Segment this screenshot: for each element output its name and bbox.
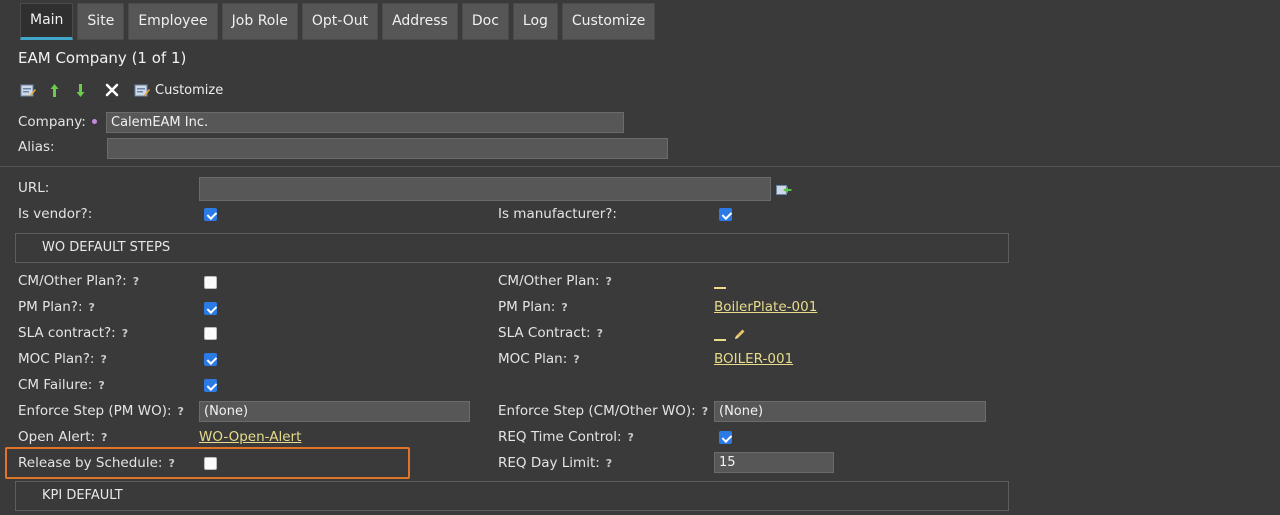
kpi-default-section[interactable]: KPI DEFAULT xyxy=(15,481,1009,511)
req-time-control-checkbox[interactable] xyxy=(719,431,732,444)
close-icon xyxy=(105,83,119,97)
help-icon[interactable]: ? xyxy=(597,327,603,340)
req-day-limit-input[interactable]: 15 xyxy=(714,452,834,473)
is-vendor-checkbox[interactable] xyxy=(204,208,217,221)
enforce-step-cm-label: Enforce Step (CM/Other WO):? xyxy=(498,403,709,419)
help-icon[interactable]: ? xyxy=(98,379,104,392)
help-icon[interactable]: ? xyxy=(702,405,708,418)
cm-other-plan-checkbox[interactable] xyxy=(204,276,217,289)
pm-plan-checkbox[interactable] xyxy=(204,302,217,315)
page-title: EAM Company (1 of 1) xyxy=(18,49,187,67)
tab-employee[interactable]: Employee xyxy=(128,3,218,40)
sla-contract-label: SLA Contract:? xyxy=(498,325,603,341)
tab-opt-out[interactable]: Opt-Out xyxy=(301,3,379,40)
release-by-schedule-label: Release by Schedule:? xyxy=(18,455,175,471)
help-icon[interactable]: ? xyxy=(628,431,634,444)
is-manufacturer-checkbox[interactable] xyxy=(719,208,732,221)
req-day-limit-label: REQ Day Limit:? xyxy=(498,455,613,471)
tab-log[interactable]: Log xyxy=(512,3,558,40)
sla-contract-toggle-label: SLA contract?:? xyxy=(18,325,129,341)
help-icon[interactable]: ? xyxy=(178,405,184,418)
tab-customize[interactable]: Customize xyxy=(561,3,656,40)
edit-form-icon xyxy=(20,84,36,96)
next-button[interactable] xyxy=(73,80,87,100)
pm-plan-toggle-label: PM Plan?:? xyxy=(18,299,95,315)
moc-plan-checkbox[interactable] xyxy=(204,353,217,366)
is-vendor-label: Is vendor?: xyxy=(18,206,93,222)
pm-plan-label: PM Plan:? xyxy=(498,299,568,315)
open-alert-label: Open Alert:? xyxy=(18,429,108,445)
required-indicator xyxy=(92,119,97,124)
req-time-control-label: REQ Time Control:? xyxy=(498,429,634,445)
cm-failure-checkbox[interactable] xyxy=(204,379,217,392)
cm-other-plan-empty-link[interactable] xyxy=(714,287,726,289)
help-icon[interactable]: ? xyxy=(100,353,106,366)
previous-button[interactable] xyxy=(47,80,61,100)
enforce-step-pm-label: Enforce Step (PM WO):? xyxy=(18,403,184,419)
customize-button[interactable]: Customize xyxy=(134,80,223,100)
edit-button[interactable] xyxy=(19,80,37,100)
alias-input[interactable] xyxy=(107,138,668,159)
company-input[interactable]: CalemEAM Inc. xyxy=(106,112,624,133)
arrow-up-icon xyxy=(50,83,58,97)
tab-bar: Main Site Employee Job Role Opt-Out Addr… xyxy=(20,3,656,40)
alias-label: Alias: xyxy=(18,139,55,155)
help-icon[interactable]: ? xyxy=(606,275,612,288)
help-icon[interactable]: ? xyxy=(101,431,107,444)
tab-address[interactable]: Address xyxy=(382,3,458,40)
is-manufacturer-label: Is manufacturer?: xyxy=(498,206,617,222)
open-url-button[interactable] xyxy=(776,184,792,200)
sla-contract-empty-link[interactable] xyxy=(714,339,726,341)
help-icon[interactable]: ? xyxy=(561,301,567,314)
tab-site[interactable]: Site xyxy=(77,3,125,40)
pencil-icon xyxy=(735,329,745,339)
help-icon[interactable]: ? xyxy=(133,275,139,288)
wo-default-steps-section[interactable]: WO DEFAULT STEPS xyxy=(15,233,1009,263)
url-textarea[interactable] xyxy=(199,177,771,201)
enforce-step-cm-select[interactable]: (None) xyxy=(714,401,986,422)
url-label: URL: xyxy=(18,180,50,196)
help-icon[interactable]: ? xyxy=(573,353,579,366)
help-icon[interactable]: ? xyxy=(89,301,95,314)
go-link-icon xyxy=(776,185,792,195)
help-icon[interactable]: ? xyxy=(606,457,612,470)
enforce-step-pm-select[interactable]: (None) xyxy=(199,401,470,422)
moc-plan-toggle-label: MOC Plan?:? xyxy=(18,351,107,367)
customize-icon xyxy=(134,84,150,96)
open-alert-link[interactable]: WO-Open-Alert xyxy=(199,429,301,445)
tab-job-role[interactable]: Job Role xyxy=(221,3,298,40)
moc-plan-link[interactable]: BOILER-001 xyxy=(714,351,793,367)
customize-label: Customize xyxy=(155,82,224,98)
tab-main[interactable]: Main xyxy=(20,3,74,40)
divider xyxy=(0,166,1280,167)
cm-failure-label: CM Failure:? xyxy=(18,377,105,393)
close-button[interactable] xyxy=(104,80,120,100)
company-label: Company: xyxy=(18,114,86,130)
sla-contract-checkbox[interactable] xyxy=(204,327,217,340)
help-icon[interactable]: ? xyxy=(168,457,174,470)
tab-doc[interactable]: Doc xyxy=(461,3,509,40)
release-by-schedule-checkbox[interactable] xyxy=(204,457,217,470)
cm-other-plan-toggle-label: CM/Other Plan?:? xyxy=(18,273,140,289)
edit-sla-button[interactable] xyxy=(733,328,746,345)
arrow-down-icon xyxy=(76,83,84,97)
toolbar: Customize xyxy=(19,80,223,100)
pm-plan-link[interactable]: BoilerPlate-001 xyxy=(714,299,817,315)
help-icon[interactable]: ? xyxy=(122,327,128,340)
cm-other-plan-label: CM/Other Plan:? xyxy=(498,273,612,289)
moc-plan-label: MOC Plan:? xyxy=(498,351,580,367)
